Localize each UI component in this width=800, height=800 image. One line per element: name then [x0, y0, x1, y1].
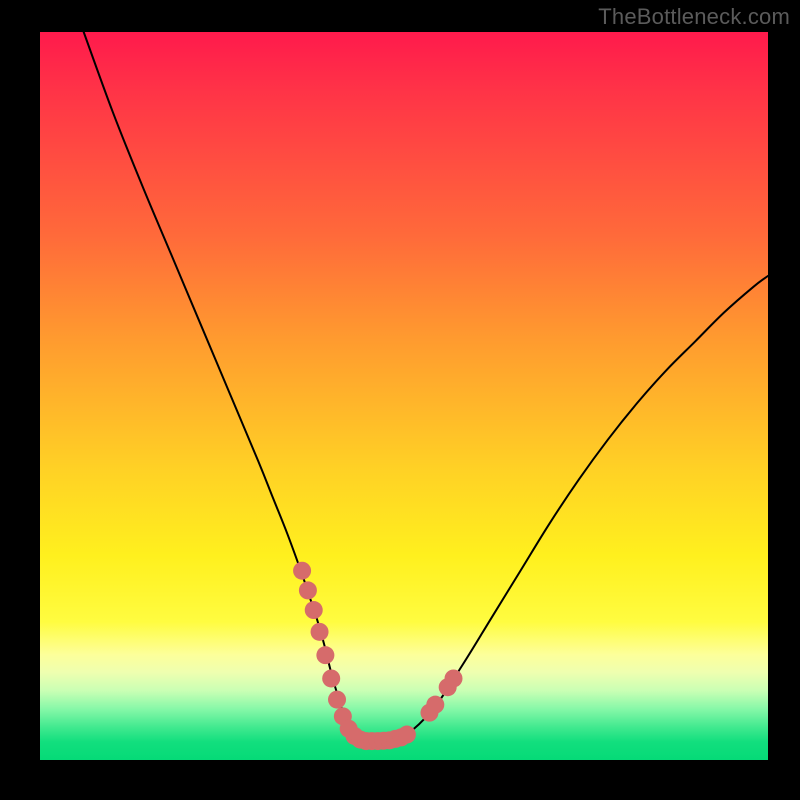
- plot-area: [40, 32, 768, 760]
- curve-markers: [293, 562, 462, 750]
- marker-dot: [322, 669, 340, 687]
- bottleneck-curve: [84, 32, 768, 741]
- marker-dot: [299, 581, 317, 599]
- marker-dot: [426, 696, 444, 714]
- frame-right: [768, 0, 800, 800]
- marker-dot: [311, 623, 329, 641]
- frame-bottom: [0, 760, 800, 800]
- frame-left: [0, 0, 40, 800]
- marker-dot: [445, 669, 463, 687]
- marker-dot: [293, 562, 311, 580]
- marker-dot: [316, 646, 334, 664]
- marker-dot: [305, 601, 323, 619]
- marker-dot: [328, 691, 346, 709]
- watermark-text: TheBottleneck.com: [598, 4, 790, 30]
- chart-svg: [40, 32, 768, 760]
- marker-dot: [398, 726, 416, 744]
